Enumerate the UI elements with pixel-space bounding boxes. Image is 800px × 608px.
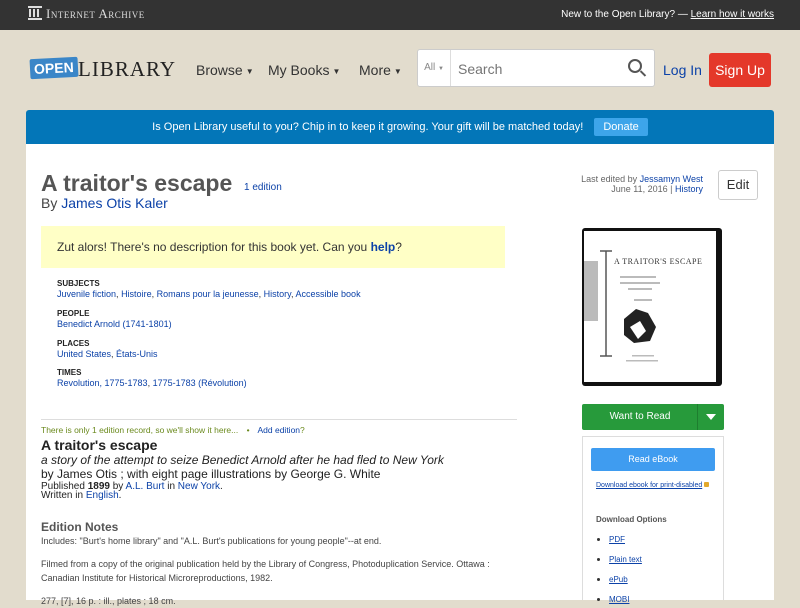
book-cover[interactable]: A TRAITOR'S ESCAPE xyxy=(582,228,722,386)
internet-archive-text: Internet Archive xyxy=(46,6,145,21)
download-text-link[interactable]: Plain text xyxy=(597,555,642,564)
cover-title-text: A TRAITOR'S ESCAPE xyxy=(614,257,703,266)
internet-archive-logo[interactable]: Internet Archive xyxy=(28,6,145,22)
search-scope-select[interactable]: All ▼ xyxy=(418,50,451,86)
read-ebook-button[interactable]: Read eBook xyxy=(591,448,715,471)
no-description-text: Zut alors! There's no description for th… xyxy=(57,240,368,254)
chevron-down-icon: ▼ xyxy=(245,66,254,76)
open-library-logo[interactable]: OPEN LIBRARY xyxy=(28,48,175,88)
edition-by-statement: by James Otis ; with eight page illustra… xyxy=(41,467,381,481)
ebook-box: Read eBook Download ebook for print-disa… xyxy=(582,436,724,604)
nav-browse-label: Browse xyxy=(196,62,243,78)
people-section: PEOPLE Benedict Arnold (1741-1801) xyxy=(57,308,172,330)
times-heading: TIMES xyxy=(57,368,82,377)
place-link[interactable]: États-Unis xyxy=(116,349,158,359)
places-heading: PLACES xyxy=(57,339,90,348)
search-bar: All ▼ xyxy=(417,49,655,87)
times-section: TIMES Revolution, 1775-1783, 1775-1783 (… xyxy=(57,368,247,388)
download-pdf-link[interactable]: PDF xyxy=(597,535,625,544)
written-in-label: Written in xyxy=(41,490,84,501)
no-description-notice: Zut alors! There's no description for th… xyxy=(41,226,505,268)
subjects-section: SUBJECTS Juvenile fiction, Histoire, Rom… xyxy=(57,279,361,299)
book-title: A traitor's escape xyxy=(41,170,233,196)
site-header: OPEN LIBRARY Browse ▼ My Books ▼ More ▼ All… xyxy=(0,30,800,110)
subjects-heading: SUBJECTS xyxy=(57,279,100,288)
people-heading: PEOPLE xyxy=(57,309,90,318)
edition-title: A traitor's escape xyxy=(41,437,158,453)
single-edition-notice: There is only 1 edition record, so we'll… xyxy=(41,425,305,435)
in-word: in xyxy=(167,481,176,492)
search-icon[interactable] xyxy=(628,59,642,73)
ia-bar-message: New to the Open Library? — Learn how it … xyxy=(561,9,774,20)
login-link[interactable]: Log In xyxy=(663,62,702,78)
edition-language: Written in English. xyxy=(41,490,122,501)
last-edited-label: Last edited by xyxy=(581,174,638,184)
time-link[interactable]: Revolution, 1775-1783 xyxy=(57,378,148,388)
subject-link[interactable]: History xyxy=(264,289,291,299)
nav-more-label: More xyxy=(359,62,391,78)
nav-browse[interactable]: Browse ▼ xyxy=(196,62,254,78)
signup-button[interactable]: Sign Up xyxy=(709,53,771,87)
edition-note: Includes: "Burt's home library" and "A.L… xyxy=(41,536,382,546)
want-to-read-button[interactable]: Want to Read xyxy=(582,404,724,430)
author-link[interactable]: James Otis Kaler xyxy=(61,195,168,211)
new-to-ol-text: New to the Open Library? — xyxy=(561,9,688,20)
donate-message: Is Open Library useful to you? Chip in t… xyxy=(152,121,584,133)
last-editor-link[interactable]: Jessamyn West xyxy=(640,174,703,184)
chevron-down-icon[interactable] xyxy=(697,404,724,430)
logo-library-text: LIBRARY xyxy=(78,57,177,81)
place-link[interactable]: United States xyxy=(57,349,111,359)
nav-more[interactable]: More ▼ xyxy=(359,62,402,78)
search-input[interactable] xyxy=(456,56,620,82)
add-edition-suffix: ? xyxy=(300,425,305,435)
time-link[interactable]: 1775-1783 (Révolution) xyxy=(153,378,247,388)
edition-note: Filmed from a copy of the original publi… xyxy=(41,559,490,583)
download-options-heading: Download Options xyxy=(596,515,667,524)
subject-link[interactable]: Juvenile fiction xyxy=(57,289,116,299)
chevron-down-icon: ▼ xyxy=(332,66,341,76)
add-edition-link[interactable]: Add edition xyxy=(257,425,300,435)
edition-count-link[interactable]: 1 edition xyxy=(244,182,282,193)
logo-open-sign: OPEN xyxy=(29,56,79,80)
edition-subtitle: a story of the attempt to seize Benedict… xyxy=(41,453,444,467)
want-to-read-label: Want to Read xyxy=(609,411,671,422)
person-link[interactable]: Benedict Arnold (1741-1801) xyxy=(57,319,172,329)
nav-my-books-label: My Books xyxy=(268,62,330,78)
language-link[interactable]: English xyxy=(86,490,119,501)
subject-link[interactable]: Histoire xyxy=(121,289,152,299)
cover-page: A TRAITOR'S ESCAPE xyxy=(584,231,716,382)
download-print-disabled-label: Download ebook for print-disabled xyxy=(596,482,703,489)
help-suffix: ? xyxy=(395,240,402,254)
archive-building-icon xyxy=(28,6,42,20)
edition-notes-heading: Edition Notes xyxy=(41,520,119,534)
chevron-down-icon: ▼ xyxy=(393,66,402,76)
subject-link[interactable]: Accessible book xyxy=(296,289,361,299)
nav-my-books[interactable]: My Books ▼ xyxy=(268,62,340,78)
donate-button[interactable]: Donate xyxy=(594,118,648,136)
byline: By James Otis Kaler xyxy=(41,195,168,211)
edit-button[interactable]: Edit xyxy=(718,170,758,200)
internet-archive-bar: Internet Archive New to the Open Library… xyxy=(0,0,800,30)
download-print-disabled-link[interactable]: Download ebook for print-disabled xyxy=(596,482,710,489)
cover-illustration xyxy=(584,250,660,362)
donate-banner: Is Open Library useful to you? Chip in t… xyxy=(26,110,774,144)
by-label: By xyxy=(41,195,58,211)
lock-icon xyxy=(704,482,710,487)
places-section: PLACES United States, États-Unis xyxy=(57,339,158,359)
divider xyxy=(41,419,517,420)
last-edited-info: Last edited by Jessamyn West June 11, 20… xyxy=(581,174,703,194)
bullet-separator: • xyxy=(246,425,250,435)
history-link[interactable]: History xyxy=(675,184,703,194)
help-link[interactable]: help xyxy=(371,240,396,254)
single-edition-text: There is only 1 edition record, so we'll… xyxy=(41,425,239,435)
last-edited-date: June 11, 2016 xyxy=(611,184,668,194)
publisher-link[interactable]: A.L. Burt xyxy=(126,481,165,492)
learn-how-link[interactable]: Learn how it works xyxy=(691,9,774,20)
download-epub-link[interactable]: ePub xyxy=(597,575,628,584)
publish-place-link[interactable]: New York xyxy=(178,481,220,492)
edition-note: 277, [7], 16 p. : ill., plates ; 18 cm. xyxy=(41,596,176,606)
search-scope-label: All xyxy=(424,62,436,73)
subject-link[interactable]: Romans pour la jeunesse xyxy=(157,289,259,299)
book-panel: A traitor's escape 1 edition By James Ot… xyxy=(26,144,774,606)
